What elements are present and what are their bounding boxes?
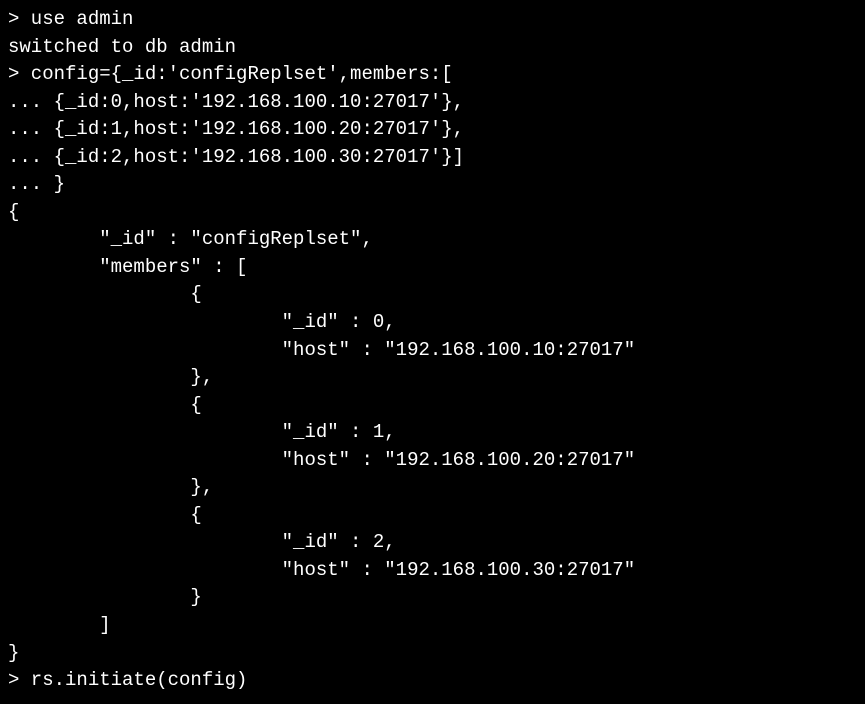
output-line: "_id" : 1, <box>8 419 857 447</box>
output-line: "host" : "192.168.100.30:27017" <box>8 557 857 585</box>
output-line: { <box>8 502 857 530</box>
continuation-line: ... } <box>8 171 857 199</box>
output-line: } <box>8 640 857 668</box>
output-line: }, <box>8 364 857 392</box>
output-line: "_id" : 0, <box>8 309 857 337</box>
output-line: { <box>8 392 857 420</box>
output-line: "host" : "192.168.100.10:27017" <box>8 337 857 365</box>
continuation-line: ... {_id:0,host:'192.168.100.10:27017'}, <box>8 89 857 117</box>
output-line: switched to db admin <box>8 34 857 62</box>
output-line: }, <box>8 474 857 502</box>
command-line: > rs.initiate(config) <box>8 667 857 695</box>
output-line: "_id" : 2, <box>8 529 857 557</box>
output-line: "_id" : "configReplset", <box>8 226 857 254</box>
output-line: { <box>8 199 857 227</box>
output-line: { <box>8 281 857 309</box>
command-line: > config={_id:'configReplset',members:[ <box>8 61 857 89</box>
continuation-line: ... {_id:1,host:'192.168.100.20:27017'}, <box>8 116 857 144</box>
output-line: "members" : [ <box>8 254 857 282</box>
output-line: ] <box>8 612 857 640</box>
output-line: } <box>8 584 857 612</box>
continuation-line: ... {_id:2,host:'192.168.100.30:27017'}] <box>8 144 857 172</box>
output-line: "host" : "192.168.100.20:27017" <box>8 447 857 475</box>
terminal-output[interactable]: > use admin switched to db admin > confi… <box>8 6 857 695</box>
command-line: > use admin <box>8 6 857 34</box>
